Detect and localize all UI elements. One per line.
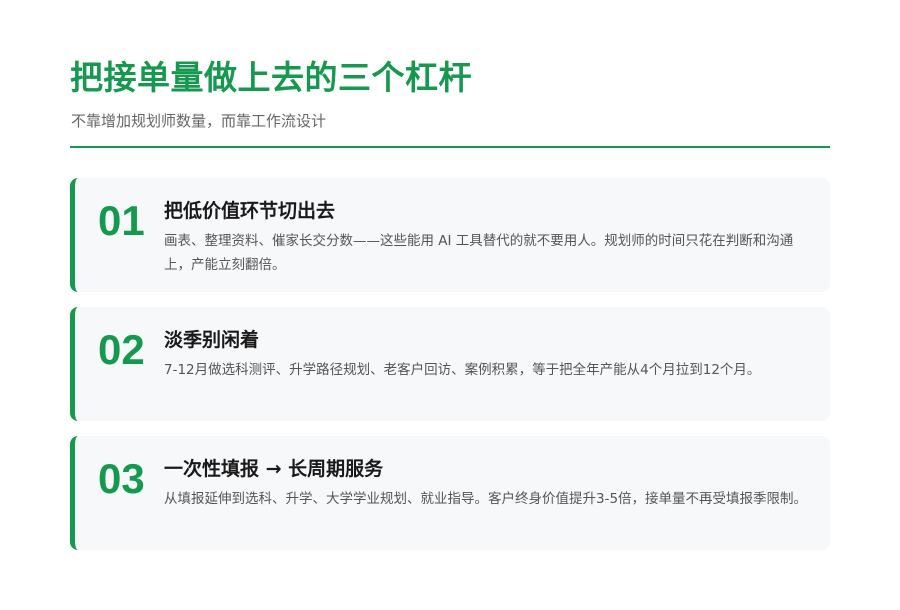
- card-title: 把低价值环节切出去: [164, 200, 336, 222]
- page-subtitle: 不靠增加规划师数量，而靠工作流设计: [71, 112, 327, 130]
- card-number: 02: [98, 326, 145, 373]
- card-title: 一次性填报 → 长周期服务: [164, 458, 384, 480]
- title-divider: [70, 146, 830, 148]
- lever-card-3: 03 一次性填报 → 长周期服务 从填报延伸到选科、升学、大学学业规划、就业指导…: [70, 436, 830, 550]
- card-description: 从填报延伸到选科、升学、大学学业规划、就业指导。客户终身价值提升3-5倍，接单量…: [164, 491, 808, 507]
- card-number: 03: [98, 455, 145, 502]
- card-description: 7-12月做选科测评、升学路径规划、老客户回访、案例积累，等于把全年产能从4个月…: [164, 362, 761, 378]
- card-number: 01: [98, 197, 145, 244]
- card-title: 淡季别闲着: [164, 329, 260, 351]
- lever-card-1: 01 把低价值环节切出去 画表、整理资料、催家长交分数——这些能用 AI 工具替…: [70, 178, 830, 292]
- card-description: 画表、整理资料、催家长交分数——这些能用 AI 工具替代的就不要用人。规划师的时…: [164, 233, 794, 273]
- page-title: 把接单量做上去的三个杠杆: [70, 58, 472, 97]
- lever-card-2: 02 淡季别闲着 7-12月做选科测评、升学路径规划、老客户回访、案例积累，等于…: [70, 307, 830, 421]
